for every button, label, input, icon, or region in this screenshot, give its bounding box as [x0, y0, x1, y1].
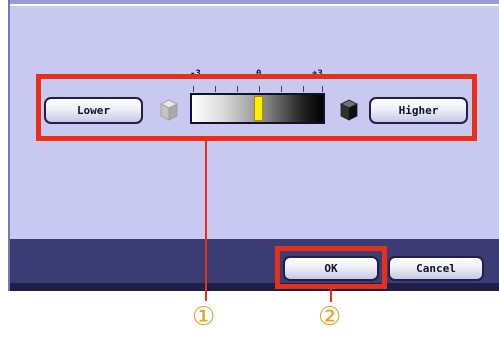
scale-max-label: +3 [312, 69, 323, 79]
callout-line-2 [330, 289, 332, 302]
scale-min-label: -3 [190, 69, 201, 79]
device-screen [8, 0, 499, 291]
footer-bottom-edge [10, 283, 499, 291]
callout-number-2: ② [318, 302, 342, 332]
scale-tick [193, 86, 194, 92]
light-cube-icon [160, 99, 178, 121]
scale-tick [259, 86, 260, 92]
dark-cube-icon [340, 99, 358, 121]
scale-tick [237, 86, 238, 92]
callout-number-1: ① [192, 302, 216, 332]
screen-top-highlight [10, 4, 499, 6]
scale-tick [303, 86, 304, 92]
scale-tick [322, 86, 323, 92]
higher-button[interactable]: Higher [369, 97, 468, 124]
density-indicator [254, 96, 263, 121]
cancel-button[interactable]: Cancel [388, 256, 484, 281]
scale-tick [215, 86, 216, 92]
scale-tick [281, 86, 282, 92]
callout-line-1 [205, 141, 207, 301]
lower-button[interactable]: Lower [44, 97, 143, 124]
scale-mid-label: 0 [256, 69, 262, 79]
ok-button[interactable]: OK [283, 256, 379, 281]
